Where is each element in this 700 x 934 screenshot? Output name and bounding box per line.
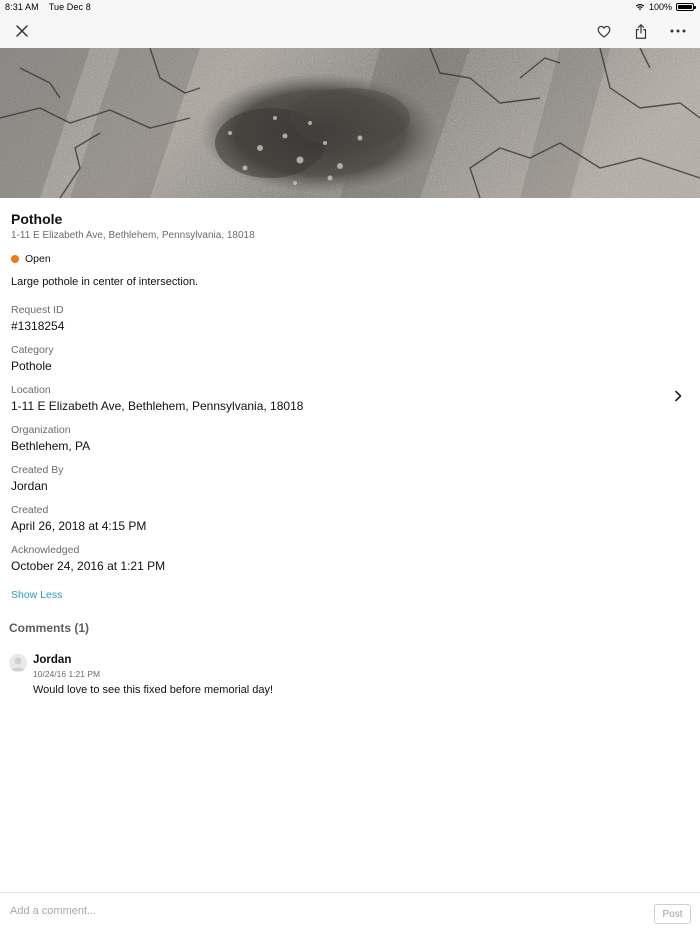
field-label: Created By <box>11 464 64 476</box>
field-value: Pothole <box>11 359 52 373</box>
nav-bar <box>0 14 700 48</box>
comments-heading: Comments (1) <box>9 621 90 635</box>
field-label: Request ID <box>11 304 64 316</box>
more-icon <box>670 29 686 33</box>
field-value: Bethlehem, PA <box>11 439 91 453</box>
user-avatar-icon <box>11 657 25 671</box>
share-button[interactable] <box>629 20 653 42</box>
close-button[interactable] <box>10 20 34 42</box>
avatar <box>9 654 27 672</box>
comment-composer: Post <box>0 892 700 934</box>
status-dot-icon <box>11 255 19 263</box>
comment-text: Would love to see this fixed before memo… <box>33 684 274 696</box>
status-indicators: 100% <box>635 2 696 12</box>
favorite-button[interactable] <box>592 20 616 42</box>
field-value: #1318254 <box>11 319 65 333</box>
status-time: 8:31 AM <box>5 2 39 12</box>
share-icon <box>635 23 647 39</box>
status-date: Tue Dec 8 <box>48 2 91 12</box>
field-organization: Organization Bethlehem, PA <box>11 424 691 453</box>
pothole-photo-image <box>0 48 700 198</box>
field-value: April 26, 2018 at 4:15 PM <box>11 519 147 533</box>
wifi-icon <box>635 4 645 11</box>
field-request-id: Request ID #1318254 <box>11 304 691 333</box>
field-label: Category <box>11 344 54 356</box>
chevron-right-icon <box>675 390 682 402</box>
comment-input[interactable] <box>10 905 610 917</box>
field-value: 1-11 E Elizabeth Ave, Bethlehem, Pennsyl… <box>11 399 304 413</box>
more-button[interactable] <box>666 20 690 42</box>
field-location[interactable]: Location 1-11 E Elizabeth Ave, Bethlehem… <box>11 384 691 413</box>
field-created-by: Created By Jordan <box>11 464 691 493</box>
field-label: Acknowledged <box>11 544 80 556</box>
request-photo[interactable] <box>0 48 700 198</box>
status-label: Open <box>25 253 51 265</box>
field-category: Category Pothole <box>11 344 691 373</box>
field-label: Location <box>11 384 51 396</box>
field-label: Created <box>11 504 49 516</box>
comment-timestamp: 10/24/16 1:21 PM <box>33 669 101 679</box>
field-value: Jordan <box>11 479 48 493</box>
battery-percent: 100% <box>648 2 672 12</box>
status-badge: Open <box>11 253 51 265</box>
field-created: Created April 26, 2018 at 4:15 PM <box>11 504 691 533</box>
show-less-link[interactable]: Show Less <box>11 589 62 601</box>
comment-author: Jordan <box>33 654 72 666</box>
close-icon <box>16 25 28 37</box>
field-value: October 24, 2016 at 1:21 PM <box>11 559 166 573</box>
field-label: Organization <box>11 424 71 436</box>
field-acknowledged: Acknowledged October 24, 2016 at 1:21 PM <box>11 544 691 573</box>
battery-icon <box>676 3 696 11</box>
post-button[interactable]: Post <box>654 904 691 924</box>
status-time-date: 8:31 AM Tue Dec 8 <box>5 2 91 12</box>
request-title: Pothole <box>11 211 63 227</box>
status-bar: 8:31 AM Tue Dec 8 100% <box>0 0 700 14</box>
request-description: Large pothole in center of intersection. <box>11 276 199 288</box>
heart-icon <box>597 25 611 38</box>
request-address: 1-11 E Elizabeth Ave, Bethlehem, Pennsyl… <box>11 230 255 241</box>
